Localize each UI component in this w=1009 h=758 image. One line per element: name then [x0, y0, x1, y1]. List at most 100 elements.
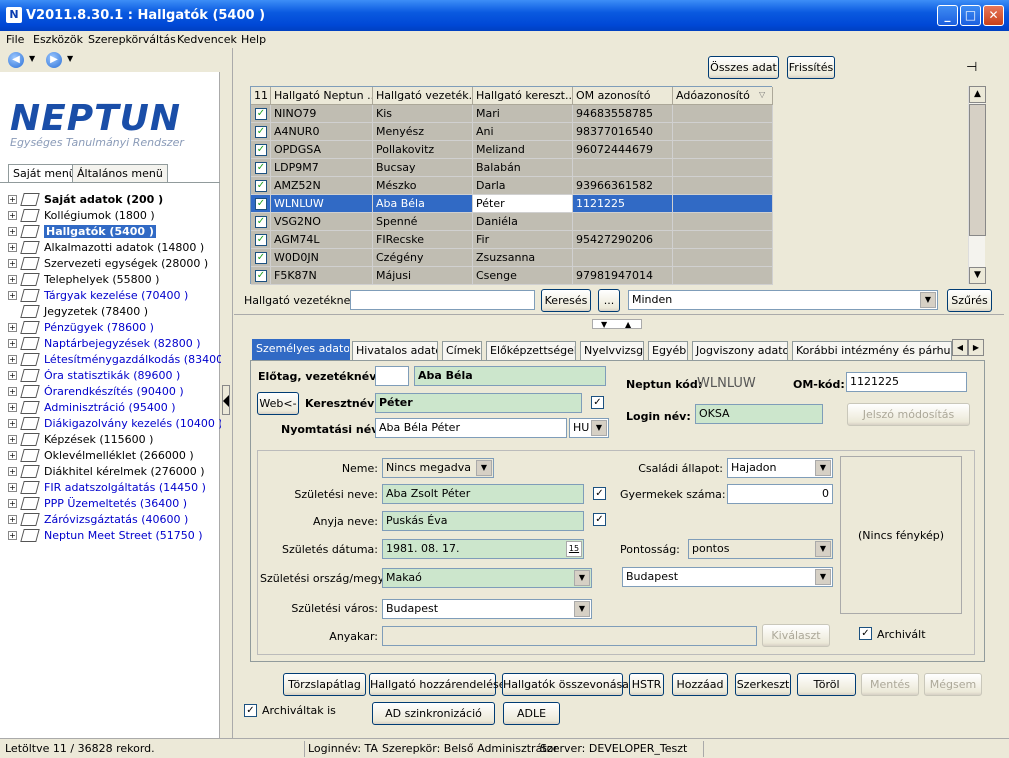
surname-filter-input[interactable]: [350, 290, 535, 310]
tab-6[interactable]: Jogviszony adatok: [692, 341, 788, 360]
table-row[interactable]: ✓ W0D0JN Czégény Zsuzsanna: [251, 249, 773, 267]
table-cell[interactable]: Ani: [473, 123, 573, 141]
column-header[interactable]: Adóazonosító: [673, 87, 773, 105]
mother-checkbox[interactable]: ✓: [593, 513, 606, 526]
web-button[interactable]: Web<-: [257, 392, 299, 415]
assign-student-button[interactable]: Hallgató hozzárendelése: [369, 673, 505, 696]
expand-icon[interactable]: +: [8, 339, 17, 348]
table-cell[interactable]: Czégény: [373, 249, 473, 267]
table-cell[interactable]: Pollakovitz: [373, 141, 473, 159]
table-cell[interactable]: [673, 105, 773, 123]
table-cell[interactable]: Bucsay: [373, 159, 473, 177]
menu-help[interactable]: Help: [241, 33, 266, 46]
menu-tools[interactable]: Eszközök: [33, 33, 83, 46]
photo-placeholder[interactable]: (Nincs fénykép): [840, 456, 962, 614]
table-cell[interactable]: AMZ52N: [271, 177, 373, 195]
table-cell[interactable]: [673, 213, 773, 231]
expand-icon[interactable]: +: [8, 355, 17, 364]
row-checkbox[interactable]: ✓: [255, 270, 267, 282]
faculty-input[interactable]: [382, 626, 757, 646]
expand-icon[interactable]: +: [8, 259, 17, 268]
marital-select[interactable]: Hajadon ▼: [727, 458, 833, 478]
chevron-down-icon[interactable]: ▼: [815, 460, 831, 476]
om-code-input[interactable]: 1121225: [846, 372, 967, 392]
table-cell[interactable]: 97981947014: [573, 267, 673, 285]
table-cell[interactable]: OPDGSA: [271, 141, 373, 159]
expand-icon[interactable]: +: [8, 403, 17, 412]
table-cell[interactable]: 98377016540: [573, 123, 673, 141]
tab-4[interactable]: Nyelvvizsga: [580, 341, 644, 360]
row-checkbox-cell[interactable]: ✓: [251, 231, 271, 249]
adle-button[interactable]: ADLE: [503, 702, 560, 725]
row-checkbox[interactable]: ✓: [255, 180, 267, 192]
close-button[interactable]: ✕: [983, 5, 1004, 26]
grid-scrollbar[interactable]: ▲ ▼: [968, 86, 986, 284]
table-cell[interactable]: 95427290206: [573, 231, 673, 249]
collapse-panel-icon[interactable]: [222, 385, 230, 415]
table-cell[interactable]: FIRecske: [373, 231, 473, 249]
expand-icon[interactable]: +: [8, 195, 17, 204]
row-checkbox-cell[interactable]: ✓: [251, 267, 271, 285]
row-checkbox-cell[interactable]: ✓: [251, 123, 271, 141]
row-checkbox-cell[interactable]: ✓: [251, 177, 271, 195]
gender-select[interactable]: Nincs megadva ▼: [382, 458, 494, 478]
add-button[interactable]: Hozzáad: [672, 673, 728, 696]
tab-scroll-left-icon[interactable]: ◀: [952, 339, 968, 356]
archived-too-checkbox[interactable]: ✓: [244, 704, 257, 717]
row-checkbox-cell[interactable]: ✓: [251, 195, 271, 213]
table-row[interactable]: ✓ A4NUR0 Menyész Ani 98377016540: [251, 123, 773, 141]
choose-button[interactable]: Kiválaszt: [762, 624, 830, 647]
table-cell[interactable]: NINO79: [271, 105, 373, 123]
table-row[interactable]: ✓ F5K87N Májusi Csenge 97981947014: [251, 267, 773, 285]
calendar-icon[interactable]: 15: [566, 541, 582, 557]
expand-icon[interactable]: +: [8, 387, 17, 396]
back-icon[interactable]: ◀: [8, 52, 24, 68]
column-filter-icon[interactable]: ▽: [759, 90, 765, 99]
table-row[interactable]: ✓ LDP9M7 Bucsay Balabán: [251, 159, 773, 177]
expand-icon[interactable]: +: [8, 227, 17, 236]
chevron-down-icon[interactable]: ▼: [815, 541, 831, 557]
accuracy-select[interactable]: pontos ▼: [688, 539, 833, 559]
expand-icon[interactable]: +: [8, 483, 17, 492]
table-cell[interactable]: Kis: [373, 105, 473, 123]
table-cell[interactable]: Mészko: [373, 177, 473, 195]
mother-input[interactable]: Puskás Éva: [382, 511, 584, 531]
expand-icon[interactable]: +: [8, 531, 17, 540]
chevron-down-icon[interactable]: ▼: [591, 420, 607, 436]
table-cell[interactable]: 94683558785: [573, 105, 673, 123]
row-checkbox[interactable]: ✓: [255, 126, 267, 138]
table-cell[interactable]: Spenné: [373, 213, 473, 231]
maximize-button[interactable]: □: [960, 5, 981, 26]
expand-icon[interactable]: +: [8, 275, 17, 284]
children-input[interactable]: 0: [727, 484, 833, 504]
table-cell[interactable]: WLNLUW: [271, 195, 373, 213]
tab-0[interactable]: Személyes adatok: [252, 339, 350, 360]
table-row[interactable]: ✓ WLNLUW Aba Béla Péter 1121225: [251, 195, 773, 213]
forward-icon[interactable]: ▶: [46, 52, 62, 68]
filter-button[interactable]: Szűrés: [947, 289, 992, 312]
table-cell[interactable]: F5K87N: [271, 267, 373, 285]
row-checkbox[interactable]: ✓: [255, 198, 267, 210]
save-button[interactable]: Mentés: [861, 673, 919, 696]
table-cell[interactable]: [573, 159, 673, 177]
tab-scroll-right-icon[interactable]: ▶: [968, 339, 984, 356]
forward-dropdown-icon[interactable]: ▼: [67, 54, 73, 63]
edit-button[interactable]: Szerkeszt: [735, 673, 791, 696]
table-cell[interactable]: [673, 249, 773, 267]
scroll-down-icon[interactable]: ▼: [969, 267, 986, 284]
table-cell[interactable]: [673, 159, 773, 177]
table-cell[interactable]: A4NUR0: [271, 123, 373, 141]
refresh-button[interactable]: Frissítés: [787, 56, 835, 79]
expand-icon[interactable]: +: [8, 467, 17, 476]
minimize-button[interactable]: _: [937, 5, 958, 26]
expand-icon[interactable]: +: [8, 211, 17, 220]
login-input[interactable]: OKSA: [695, 404, 823, 424]
table-cell[interactable]: Menyész: [373, 123, 473, 141]
table-cell[interactable]: Májusi: [373, 267, 473, 285]
column-header[interactable]: Hallgató Neptun ...: [271, 87, 373, 105]
birthname-input[interactable]: Aba Zsolt Péter: [382, 484, 584, 504]
row-checkbox-cell[interactable]: ✓: [251, 249, 271, 267]
row-checkbox[interactable]: ✓: [255, 162, 267, 174]
column-header[interactable]: Hallgató vezeték...: [373, 87, 473, 105]
table-cell[interactable]: 96072444679: [573, 141, 673, 159]
